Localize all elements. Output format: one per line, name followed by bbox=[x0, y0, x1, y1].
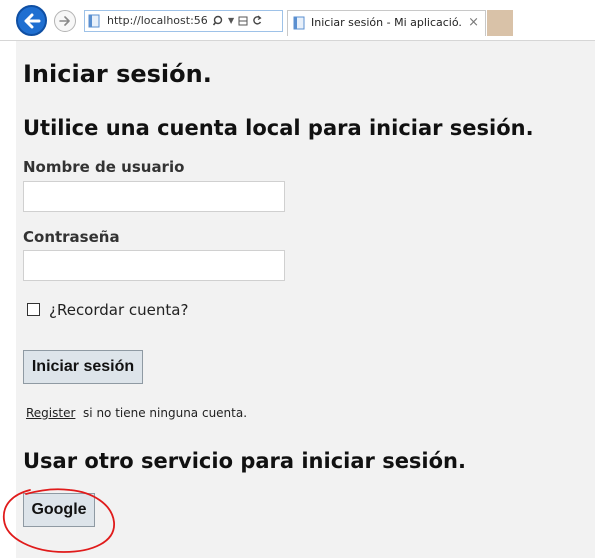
tab-close-icon[interactable]: × bbox=[468, 11, 479, 35]
tab-title: Iniciar sesión - Mi aplicació... bbox=[311, 16, 461, 29]
register-suffix: si no tiene ninguna cuenta. bbox=[83, 406, 248, 420]
dropdown-arrow-icon[interactable]: ▼ bbox=[228, 11, 234, 31]
url-text[interactable]: http://localhost:56 bbox=[107, 11, 207, 31]
browser-toolbar: http://localhost:56 ▼ Iniciar sesión - M… bbox=[0, 0, 595, 41]
annotation-circle bbox=[2, 488, 115, 553]
address-bar[interactable]: http://localhost:56 ▼ bbox=[84, 10, 283, 32]
login-button[interactable]: Iniciar sesión bbox=[23, 350, 143, 384]
password-input[interactable] bbox=[23, 250, 285, 281]
refresh-icon[interactable] bbox=[252, 11, 262, 31]
browser-tab[interactable]: Iniciar sesión - Mi aplicació... × bbox=[287, 10, 486, 36]
search-icon[interactable] bbox=[213, 11, 224, 31]
page-icon bbox=[293, 16, 305, 30]
username-input[interactable] bbox=[23, 181, 285, 212]
left-margin-strip bbox=[0, 0, 16, 558]
local-login-heading: Utilice una cuenta local para iniciar se… bbox=[23, 116, 534, 140]
username-label: Nombre de usuario bbox=[23, 158, 185, 176]
arrow-left-icon bbox=[24, 13, 40, 28]
external-login-heading: Usar otro servicio para iniciar sesión. bbox=[23, 449, 466, 473]
compatibility-view-icon[interactable] bbox=[238, 11, 248, 31]
register-link[interactable]: Register bbox=[26, 406, 75, 420]
forward-button[interactable] bbox=[54, 10, 76, 32]
remember-me-checkbox[interactable] bbox=[27, 303, 40, 316]
new-tab-button[interactable] bbox=[487, 10, 513, 36]
password-label: Contraseña bbox=[23, 228, 120, 246]
back-button[interactable] bbox=[16, 5, 47, 36]
page-icon bbox=[88, 14, 100, 28]
arrow-right-icon bbox=[59, 16, 70, 26]
register-text: Register si no tiene ninguna cuenta. bbox=[26, 406, 247, 420]
page-title: Iniciar sesión. bbox=[23, 60, 212, 88]
remember-me-label[interactable]: ¿Recordar cuenta? bbox=[49, 301, 188, 319]
